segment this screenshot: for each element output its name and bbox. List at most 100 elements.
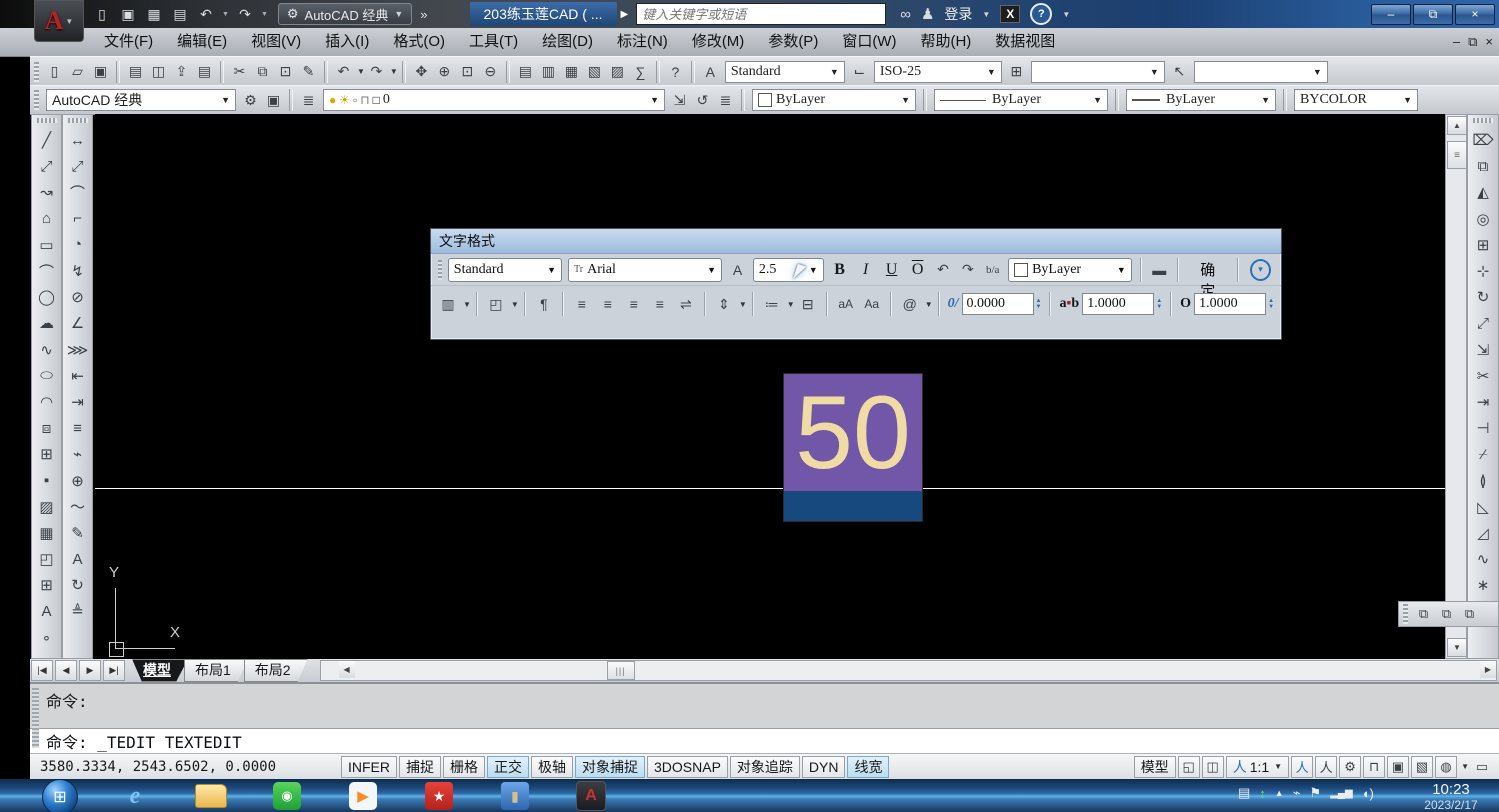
mleader-style-icon[interactable]: ↖: [1169, 61, 1190, 82]
menu-tools[interactable]: 工具(T): [457, 28, 530, 56]
rotate-icon[interactable]: ↻: [1470, 284, 1496, 310]
toggle-polar[interactable]: 极轴: [531, 756, 573, 778]
new-icon[interactable]: ▯: [44, 61, 65, 82]
open-icon[interactable]: ▱: [67, 61, 88, 82]
dialog-text-height-select[interactable]: 2.5 ▼: [753, 258, 824, 282]
create-block-icon[interactable]: ⊞: [34, 441, 60, 467]
taskbar-zip[interactable]: ▮: [492, 781, 538, 811]
send-to-back-icon[interactable]: ⧉: [1436, 604, 1457, 625]
drawing-canvas[interactable]: [95, 114, 1445, 659]
text-style-select[interactable]: Standard ▼: [725, 61, 845, 83]
mtext-edit-box[interactable]: 50: [783, 373, 923, 522]
layer-plot-icon[interactable]: ▫: [353, 93, 357, 108]
usb-tray-icon[interactable]: ↕: [1259, 786, 1266, 801]
explode-icon[interactable]: ∗: [1470, 572, 1496, 598]
menu-parametric[interactable]: 参数(P): [756, 28, 830, 56]
designcenter-icon[interactable]: ▥: [538, 61, 559, 82]
region-icon[interactable]: ◰: [34, 546, 60, 572]
application-menu-button[interactable]: A ▼: [34, 0, 84, 42]
offset-icon[interactable]: ◎: [1470, 206, 1496, 232]
toolbar-grip[interactable]: [37, 118, 57, 123]
dim-baseline-icon[interactable]: ⇤: [65, 363, 91, 389]
dim-textedit-icon[interactable]: A: [65, 546, 91, 572]
chevron-down-icon[interactable]: ▼: [925, 300, 933, 309]
table-style-select[interactable]: ▼: [1031, 61, 1165, 83]
align-left-icon[interactable]: ≡: [571, 293, 593, 315]
toolbar-grip[interactable]: [1473, 118, 1493, 123]
point-style-icon[interactable]: ∘: [34, 625, 60, 651]
dialog-redo-icon[interactable]: ↷: [957, 259, 978, 281]
toggle-lineweight[interactable]: 线宽: [847, 756, 889, 778]
ok-button[interactable]: 确定: [1184, 259, 1232, 281]
text-style-icon[interactable]: A: [700, 61, 721, 82]
trim-icon[interactable]: ✂: [1470, 363, 1496, 389]
dialog-style-select[interactable]: Standard ▼: [448, 258, 562, 282]
line-icon[interactable]: ╱: [34, 127, 60, 153]
italic-button[interactable]: I: [855, 259, 877, 281]
taskbar-video[interactable]: ▶: [340, 781, 386, 811]
overline-button[interactable]: O: [907, 259, 929, 281]
save-icon[interactable]: ▣: [90, 61, 111, 82]
cut-icon[interactable]: ✂: [229, 61, 250, 82]
annotation-visibility-icon[interactable]: 人: [1291, 756, 1313, 778]
save-as-button[interactable]: ▦: [144, 5, 164, 23]
break-icon[interactable]: ⌿: [1470, 441, 1496, 467]
spinner-arrows[interactable]: ▲▼: [1156, 298, 1162, 310]
blend-icon[interactable]: ∿: [1470, 546, 1496, 572]
restore-button[interactable]: ⧉: [1413, 4, 1453, 25]
clean-screen-icon[interactable]: ▭: [1471, 756, 1493, 778]
redo-button[interactable]: ↷: [235, 5, 255, 23]
layer-select[interactable]: ● ☀ ▫ ⊓ □ 0 ▼: [323, 89, 665, 111]
network-signal-icon[interactable]: ▂▄▆: [1330, 788, 1352, 799]
plot-style-select[interactable]: BYCOLOR ▼: [1294, 89, 1418, 111]
vertical-scrollbar[interactable]: ▲ ≡ ▼: [1445, 114, 1467, 659]
align-right-icon[interactable]: ≡: [623, 293, 645, 315]
search-input[interactable]: [636, 3, 886, 25]
annotation-autoscale-icon[interactable]: 人: [1315, 756, 1337, 778]
toolbar-grip[interactable]: [68, 118, 88, 123]
plot-icon[interactable]: ▤: [125, 61, 146, 82]
chevron-down-icon[interactable]: ▼: [787, 300, 795, 309]
tab-model[interactable]: 模型: [132, 659, 188, 682]
stack-icon[interactable]: b/a: [982, 259, 1003, 281]
dim-update-icon[interactable]: ↻: [65, 572, 91, 598]
bring-to-front-icon[interactable]: ⧉: [1413, 604, 1434, 625]
power-tray-icon[interactable]: ⌁: [1293, 785, 1301, 801]
action-center-flag-icon[interactable]: ⚑: [1310, 785, 1322, 801]
close-button[interactable]: ×: [1455, 4, 1495, 25]
chevron-down-icon[interactable]: ▼: [463, 300, 471, 309]
undo-icon[interactable]: ↶: [333, 61, 354, 82]
prev-tab-icon[interactable]: ◀: [55, 660, 77, 681]
dim-centermark-icon[interactable]: 〜: [65, 494, 91, 520]
taskbar-ie[interactable]: e: [112, 781, 158, 811]
dim-arclength-icon[interactable]: ⌒: [65, 179, 91, 205]
symbol-icon[interactable]: @: [899, 293, 921, 315]
menu-view[interactable]: 视图(V): [239, 28, 313, 56]
toggle-dyn[interactable]: DYN: [802, 756, 846, 778]
help-button-icon[interactable]: ?: [665, 61, 686, 82]
dialog-title[interactable]: 文字格式: [431, 229, 1281, 254]
taskbar-recorder[interactable]: ◉: [264, 781, 310, 811]
toolbar-grip[interactable]: [34, 62, 39, 82]
toolbar-overflow-icon[interactable]: »: [420, 7, 427, 22]
start-button[interactable]: ⊞: [42, 779, 78, 812]
horizontal-scrollbar[interactable]: ◀ ||| ▶: [320, 660, 1497, 681]
menu-format[interactable]: 格式(O): [381, 28, 457, 56]
keyboard-tray-icon[interactable]: ▤: [1238, 785, 1250, 801]
tool-palettes-icon[interactable]: ▦: [561, 61, 582, 82]
uppercase-icon[interactable]: aA: [835, 293, 857, 315]
isolate-objects-icon[interactable]: ▧: [1411, 756, 1433, 778]
dim-radius-icon[interactable]: ◔: [65, 232, 91, 258]
undo-dropdown-icon[interactable]: ▼: [222, 11, 229, 18]
dim-aligned-icon[interactable]: ⤢: [65, 153, 91, 179]
layer-states-icon[interactable]: ≣: [715, 90, 736, 111]
options-icon[interactable]: ▾: [1250, 259, 1271, 281]
scroll-right-icon[interactable]: ▶: [1480, 661, 1496, 678]
redo-icon[interactable]: ↷: [366, 61, 387, 82]
lowercase-icon[interactable]: Aa: [861, 293, 883, 315]
status-menu-icon[interactable]: ▼: [1461, 762, 1469, 771]
zoom-previous-icon[interactable]: ⊖: [480, 61, 501, 82]
help-dropdown-icon[interactable]: ▼: [1062, 10, 1070, 19]
save-button[interactable]: ▣: [118, 5, 138, 23]
dialog-color-select[interactable]: ByLayer ▼: [1008, 258, 1132, 282]
